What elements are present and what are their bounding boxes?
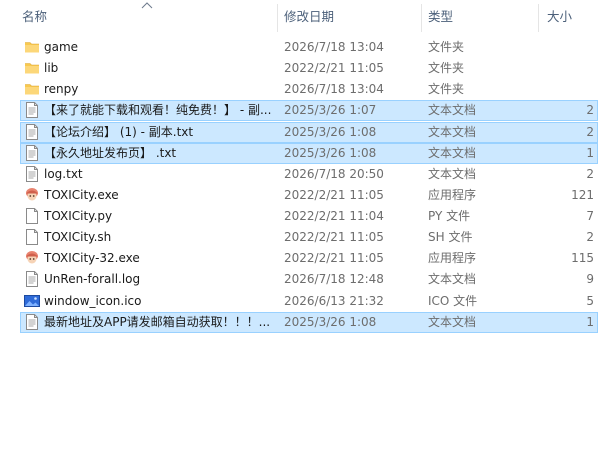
folder-icon [24, 39, 40, 55]
modified-date: 2022/2/21 11:05 [284, 230, 384, 245]
column-header-type[interactable]: 类型 [428, 0, 533, 34]
file-size: 2 [586, 124, 594, 139]
file-type: 文件夹 [428, 40, 465, 54]
file-row[interactable]: TOXICity.exe 2022/2/21 11:05 应用程序 121 [20, 185, 598, 206]
column-divider[interactable] [421, 4, 422, 32]
file-name: 【论坛介绍】 (1) - 副本.txt [44, 124, 194, 139]
file-type: 文件夹 [428, 82, 465, 97]
file-type: SH 文件 [428, 230, 473, 245]
modified-date: 2026/7/18 13:04 [284, 40, 384, 54]
modified-date: 2025/3/26 1:07 [284, 103, 377, 118]
text-file-icon [24, 271, 40, 288]
file-row[interactable]: log.txt 2026/7/18 20:50 文本文档 2 [20, 164, 598, 185]
file-type: 文本文档 [428, 314, 477, 329]
image-file-icon [24, 293, 40, 309]
file-type: PY 文件 [428, 209, 471, 224]
file-row[interactable]: window_icon.ico 2026/6/13 21:32 ICO 文件 5 [20, 291, 598, 312]
file-size: 1 [586, 145, 594, 160]
file-size: 5 [586, 293, 594, 308]
file-type: ICO 文件 [428, 293, 478, 308]
app-icon [24, 187, 40, 203]
file-type: 文本文档 [428, 124, 477, 139]
file-type: 应用程序 [428, 251, 477, 266]
modified-date: 2025/3/26 1:08 [284, 124, 377, 139]
file-size [544, 79, 594, 100]
file-name: game [44, 40, 79, 54]
text-file-icon [24, 102, 40, 119]
app-icon [24, 250, 40, 266]
file-name: window_icon.ico [44, 293, 142, 308]
file-name: lib [44, 61, 59, 76]
blank-file-icon [24, 229, 40, 246]
modified-date: 2026/7/18 12:48 [284, 272, 384, 287]
folder-icon [24, 81, 40, 97]
file-size: 2 [586, 103, 594, 118]
text-file-icon [24, 144, 40, 161]
folder-icon [24, 60, 40, 76]
file-size [544, 58, 594, 79]
file-size [544, 37, 594, 58]
modified-date: 2026/7/18 20:50 [284, 166, 384, 181]
file-name: TOXICity.exe [44, 187, 119, 202]
sort-ascending-icon [141, 2, 153, 9]
file-name: TOXICity.py [44, 209, 113, 224]
modified-date: 2022/2/21 11:04 [284, 209, 384, 224]
modified-date: 2022/2/21 11:05 [284, 61, 384, 76]
file-name: UnRen-forall.log [44, 272, 141, 287]
file-size: 2 [586, 230, 594, 245]
text-file-icon [24, 123, 40, 140]
file-row[interactable]: 【来了就能下载和观看！纯免费！】 - 副... 2025/3/26 1:07 文本文… [20, 100, 598, 122]
modified-date: 2025/3/26 1:08 [284, 314, 377, 329]
blank-file-icon [24, 208, 40, 225]
file-type: 应用程序 [428, 187, 477, 202]
text-file-icon [24, 165, 40, 182]
file-name: TOXICity-32.exe [44, 251, 140, 266]
file-row[interactable]: 【论坛介绍】 (1) - 副本.txt 2025/3/26 1:08 文本文档 2 [20, 121, 598, 143]
file-size: 1 [586, 314, 594, 329]
modified-date: 2025/3/26 1:08 [284, 145, 377, 160]
file-type: 文本文档 [428, 166, 477, 181]
file-size: 121 [571, 187, 594, 202]
modified-date: 2022/2/21 11:05 [284, 251, 384, 266]
file-row[interactable]: 最新地址及APP请发邮箱自动获取！！！... 2025/3/26 1:08 文本文档… [20, 311, 598, 333]
file-size: 2 [586, 166, 594, 181]
text-file-icon [24, 313, 40, 330]
file-name: log.txt [44, 166, 83, 181]
file-row[interactable]: UnRen-forall.log 2026/7/18 12:48 文本文档 9 [20, 269, 598, 290]
file-size: 115 [571, 251, 594, 266]
column-header-bar: 名称 修改日期 类型 大小 [0, 0, 599, 34]
file-row[interactable]: TOXICity.py 2022/2/21 11:04 PY 文件 7 [20, 206, 598, 227]
file-row[interactable]: TOXICity-32.exe 2022/2/21 11:05 应用程序 115 [20, 248, 598, 269]
modified-date: 2026/6/13 21:32 [284, 293, 384, 308]
file-size: 7 [586, 209, 594, 224]
column-divider[interactable] [538, 4, 539, 32]
column-header-date[interactable]: 修改日期 [284, 0, 414, 34]
column-divider[interactable] [277, 4, 278, 32]
file-name: 【来了就能下载和观看！纯免费！】 - 副... [44, 103, 272, 118]
file-type: 文件夹 [428, 61, 465, 76]
file-size: 9 [586, 272, 594, 287]
file-type: 文本文档 [428, 103, 477, 118]
file-type: 文本文档 [428, 272, 477, 287]
modified-date: 2022/2/21 11:05 [284, 187, 384, 202]
modified-date: 2026/7/18 13:04 [284, 82, 384, 97]
file-name: TOXICity.sh [44, 230, 112, 245]
folder-row[interactable]: game 2026/7/18 13:04 文件夹 [20, 37, 598, 58]
column-header-size[interactable]: 大小 [547, 0, 597, 34]
folder-row[interactable]: lib 2022/2/21 11:05 文件夹 [20, 58, 598, 79]
file-row[interactable]: 【永久地址发布页】 .txt 2025/3/26 1:08 文本文档 1 [20, 142, 598, 164]
file-row[interactable]: TOXICity.sh 2022/2/21 11:05 SH 文件 2 [20, 227, 598, 248]
folder-row[interactable]: renpy 2026/7/18 13:04 文件夹 [20, 79, 598, 100]
file-name: 【永久地址发布页】 .txt [44, 145, 177, 160]
file-type: 文本文档 [428, 145, 477, 160]
file-name: renpy [44, 82, 79, 97]
file-name: 最新地址及APP请发邮箱自动获取！！！... [44, 314, 271, 329]
